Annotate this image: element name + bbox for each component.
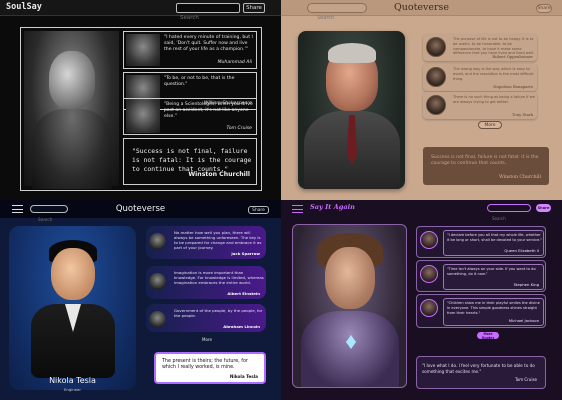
quote-text: "I hated every minute of training, but I… [164,35,253,52]
featured-quote-text: "Success is not final, failure is not fa… [132,147,252,173]
featured-quote-card: The present is theirs; the future, for w… [154,352,266,384]
portrait-head [325,247,375,309]
author-avatar [426,67,446,87]
page-title: Quoteverse [115,204,166,214]
featured-quote-author: Winston Churchill [188,171,250,178]
featured-quote-text: The present is theirs; the future, for w… [162,359,248,371]
quote-card[interactable]: "Time isn't always on your side. If you … [416,260,546,292]
featured-quote-author: Tom Cruise [514,377,537,382]
featured-quote-card: Success is not final, failure is not fat… [423,147,549,185]
search-input[interactable] [308,14,366,22]
quote-text: "Children show me in their playful smile… [447,301,540,315]
quote-card[interactable]: "Children show me in their playful smile… [416,294,546,328]
top-bar: Quoteverse Share [0,200,281,223]
featured-quote-card: "I love what I do. I feel very fortunate… [416,356,546,389]
author-avatar [426,95,446,115]
portrait-body [32,109,112,189]
quote-card[interactable]: Government of the people, by the people,… [146,304,266,332]
featured-portrait-image [292,224,407,388]
quote-card[interactable]: There is no such thing as being a failur… [423,92,537,119]
quote-text: "I declare before you all that my whole … [447,233,543,242]
portrait-hair [328,43,376,63]
page-title: Quoteverse [393,2,450,13]
profile-card: Nikola Tesla Engineer [9,226,136,392]
quote-author: Jack Sparrow [231,251,260,256]
quote-card[interactable]: "I declare before you all that my whole … [416,226,546,258]
featured-quote-author: Winston Churchill [498,175,541,180]
featured-quote-text: Success is not final, failure is not fat… [431,155,539,167]
quote-card[interactable]: "Being a Scientologist, when you drive p… [123,98,257,135]
portrait-armor [301,311,399,387]
menu-icon[interactable] [292,205,303,213]
quoteverse-warm-panel: Quoteverse Share The purpose of life is … [281,0,562,200]
share-button[interactable]: Share [536,204,551,212]
quote-author: Muhammad Ali [217,60,252,65]
top-bar: SoulSay Share [0,0,281,22]
author-avatar [426,37,446,57]
author-avatar [149,273,166,290]
featured-quote-text: "I love what I do. I feel very fortunate… [422,363,535,374]
author-avatar [149,311,166,328]
author-avatar [420,265,438,283]
author-avatar [420,231,438,249]
portrait-head [51,248,95,300]
profile-name: Nikola Tesla [49,376,96,385]
quote-author: Tom Cruise [226,126,253,131]
more-quotes-button[interactable]: More Quotes [477,332,499,340]
quote-card[interactable]: The purpose of life is not to be happy. … [423,34,537,61]
quote-author: Albert Einstein [227,291,260,296]
quote-author: Tony Stark [512,112,533,117]
search-input[interactable] [488,215,530,222]
quote-author: Michael Jackson [508,318,539,323]
quote-author: Abraham Lincoln [223,324,260,329]
quote-card[interactable]: The wrong way is the way which is easy t… [423,64,537,91]
author-avatar [420,299,438,317]
featured-portrait-image [298,31,405,189]
more-button[interactable]: More [478,121,502,129]
quote-author: Robert Oppenheimer [492,54,533,59]
app-logo[interactable]: SoulSay [6,2,42,12]
quote-card[interactable]: "I hated every minute of training, but I… [123,31,257,69]
quote-text: There is no such thing as being a failur… [453,95,535,104]
quote-author: Queen Elizabeth II [504,248,539,253]
quote-text: No matter how well you plan, there will … [174,230,262,251]
quote-text: "Being a Scientologist, when you drive p… [164,102,253,119]
search-box[interactable] [487,204,531,222]
quote-author: Stephen King [513,282,539,287]
author-thumbnail [126,101,160,133]
quote-text: The wrong way is the way which is easy t… [453,67,534,81]
app-logo[interactable]: Say It Again [310,203,355,211]
share-button[interactable]: Share [248,206,269,214]
quote-author: Napoleon Bonaparte [493,84,533,89]
quote-card[interactable]: No matter how well you plan, there will … [146,226,266,259]
quote-bubble: "Children show me in their playful smile… [443,298,544,326]
quote-bubble: "Time isn't always on your side. If you … [443,264,544,290]
portrait-head [49,51,95,109]
share-button[interactable]: Share [243,3,265,13]
search-box[interactable] [176,3,240,22]
profile-role: Engineer [64,387,81,392]
author-avatar [149,233,166,250]
share-button[interactable]: Share [536,4,552,13]
say-it-again-panel: Say It Again Share "I declare before you… [281,200,562,400]
quote-card[interactable]: Imagination is more important than knowl… [146,266,266,299]
quote-text: Imagination is more important than knowl… [174,270,264,286]
search-input[interactable] [31,216,67,223]
quote-bubble: "I declare before you all that my whole … [443,230,544,256]
quote-text: Government of the people, by the people,… [174,308,263,319]
author-thumbnail [126,34,160,66]
top-bar: Quoteverse Share [281,0,562,22]
search-input[interactable] [177,14,239,22]
soulsay-panel: SoulSay Share "I hated every minute of t… [0,0,281,200]
more-link[interactable]: More [202,337,212,342]
featured-quote-author: Nikola Tesla [229,374,258,379]
quoteverse-blue-panel: Quoteverse Share Nikola Tesla Engineer N… [0,200,281,400]
featured-portrait-image [24,31,119,189]
featured-quote-card: "Success is not final, failure is not fa… [123,138,257,185]
quote-text: "To be, or not to be, that is the questi… [164,76,235,87]
quote-text: "Time isn't always on your side. If you … [447,267,536,276]
